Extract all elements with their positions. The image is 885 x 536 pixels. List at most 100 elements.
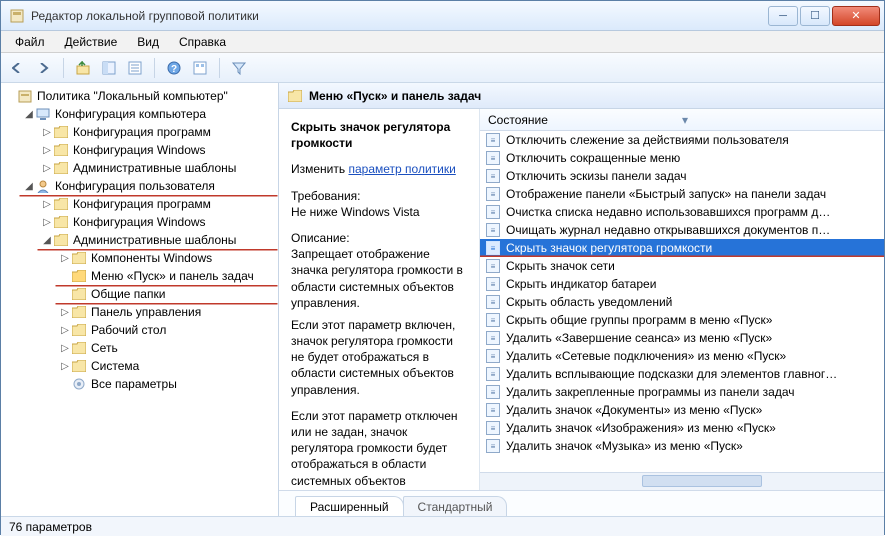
detail-title: Скрыть значок регулятора громкости <box>291 119 469 151</box>
menu-file[interactable]: Файл <box>5 32 55 52</box>
policy-item[interactable]: ≡Удалить значок «Музыка» из меню «Пуск» <box>480 437 884 455</box>
right-header-title: Меню «Пуск» и панель задач <box>309 89 481 103</box>
policy-list-column: Состояние ▾ ≡Отключить слежение за дейст… <box>479 109 884 490</box>
collapse-icon[interactable]: ◢ <box>23 181 35 192</box>
up-button[interactable] <box>72 57 94 79</box>
policy-item-label: Отображение панели «Быстрый запуск» на п… <box>506 187 826 201</box>
tree-uc-windows[interactable]: ▷Конфигурация Windows <box>37 213 278 231</box>
tree-cc-windows[interactable]: ▷ Конфигурация Windows <box>37 141 278 159</box>
tree-uc-admintpl[interactable]: ◢Административные шаблоны <box>37 231 278 249</box>
tree-at-system[interactable]: ▷Система <box>55 357 278 375</box>
list-header[interactable]: Состояние ▾ <box>480 109 884 131</box>
policy-item[interactable]: ≡Отключить слежение за действиями пользо… <box>480 131 884 149</box>
policy-item[interactable]: ≡Удалить всплывающие подсказки для элеме… <box>480 365 884 383</box>
forward-button[interactable] <box>33 57 55 79</box>
policy-item[interactable]: ≡Отключить эскизы панели задач <box>480 167 884 185</box>
policy-item[interactable]: ≡Скрыть общие группы программ в меню «Пу… <box>480 311 884 329</box>
toolbar-separator <box>154 58 155 78</box>
back-button[interactable] <box>7 57 29 79</box>
folder-icon <box>71 286 87 302</box>
tab-standard[interactable]: Стандартный <box>403 496 508 516</box>
policy-item[interactable]: ≡Удалить «Завершение сеанса» из меню «Пу… <box>480 329 884 347</box>
policy-item[interactable]: ≡Удалить «Сетевые подключения» из меню «… <box>480 347 884 365</box>
policy-item[interactable]: ≡Очищать журнал недавно открывавшихся до… <box>480 221 884 239</box>
statusbar: 76 параметров <box>1 516 884 536</box>
chevron-down-icon[interactable]: ▾ <box>682 113 876 127</box>
expand-icon[interactable]: ▷ <box>41 217 53 228</box>
policy-item[interactable]: ≡Скрыть область уведомлений <box>480 293 884 311</box>
edit-policy-link[interactable]: параметр политики <box>348 162 455 176</box>
expand-icon[interactable]: ▷ <box>59 361 71 372</box>
policy-item[interactable]: ≡Скрыть значок сети <box>480 257 884 275</box>
tree-cc-admintpl[interactable]: ▷Административные шаблоны <box>37 159 278 177</box>
expand-icon[interactable]: ▷ <box>59 325 71 336</box>
tree-label: Конфигурация пользователя <box>55 179 215 193</box>
tree-uc-programs[interactable]: ▷Конфигурация программ <box>37 195 278 213</box>
policy-item[interactable]: ≡ Скрыть значок регулятора громкости <box>480 239 884 257</box>
help-button[interactable]: ? <box>163 57 185 79</box>
expand-icon[interactable]: ▷ <box>41 199 53 210</box>
policy-item[interactable]: ≡Отображение панели «Быстрый запуск» на … <box>480 185 884 203</box>
policy-item[interactable]: ≡Удалить значок «Документы» из меню «Пус… <box>480 401 884 419</box>
tree-label: Политика "Локальный компьютер" <box>37 89 228 103</box>
scroll-thumb[interactable] <box>642 475 762 487</box>
options-button[interactable] <box>189 57 211 79</box>
policy-item-label: Скрыть значок регулятора громкости <box>506 241 712 255</box>
policy-item[interactable]: ≡Удалить значок «Изображения» из меню «П… <box>480 419 884 437</box>
policy-list[interactable]: ≡Отключить слежение за действиями пользо… <box>480 131 884 472</box>
settings-icon <box>71 376 87 392</box>
tree-label: Сеть <box>91 341 118 355</box>
tree-at-ctrlpanel[interactable]: ▷Панель управления <box>55 303 278 321</box>
expand-icon[interactable]: ▷ <box>59 343 71 354</box>
folder-icon <box>53 214 69 230</box>
tree-label: Компоненты Windows <box>91 251 212 265</box>
collapse-icon[interactable]: ◢ <box>41 235 53 246</box>
policy-item-label: Удалить значок «Музыка» из меню «Пуск» <box>506 439 743 453</box>
tree-label: Конфигурация Windows <box>73 143 206 157</box>
show-hide-tree-button[interactable] <box>98 57 120 79</box>
policy-setting-icon: ≡ <box>486 331 500 345</box>
policy-item[interactable]: ≡Очистка списка недавно использовавшихся… <box>480 203 884 221</box>
collapse-icon[interactable]: ◢ <box>23 109 35 120</box>
folder-icon <box>71 322 87 338</box>
expand-icon[interactable]: ▷ <box>41 127 53 138</box>
close-button[interactable]: ✕ <box>832 6 880 26</box>
tree-at-startmenu[interactable]: Меню «Пуск» и панель задач <box>55 267 278 285</box>
expand-icon[interactable]: ▷ <box>59 307 71 318</box>
policy-item-label: Скрыть значок сети <box>506 259 615 273</box>
policy-setting-icon: ≡ <box>486 241 500 255</box>
menu-help[interactable]: Справка <box>169 32 236 52</box>
tree-at-components[interactable]: ▷ Компоненты Windows <box>55 249 278 267</box>
minimize-button[interactable]: ─ <box>768 6 798 26</box>
menu-view[interactable]: Вид <box>127 32 169 52</box>
properties-button[interactable] <box>124 57 146 79</box>
menu-action[interactable]: Действие <box>55 32 128 52</box>
tree-at-shared[interactable]: Общие папки <box>55 285 278 303</box>
horizontal-scrollbar[interactable] <box>480 472 884 490</box>
expand-icon[interactable]: ▷ <box>41 145 53 156</box>
tree-cc-programs[interactable]: ▷Конфигурация программ <box>37 123 278 141</box>
maximize-button[interactable]: ☐ <box>800 6 830 26</box>
detail-edit-label: Изменить <box>291 162 345 176</box>
tree-user-config[interactable]: ◢ Конфигурация пользователя <box>19 177 278 195</box>
detail-requirements: Требования: Не ниже Windows Vista <box>291 188 469 220</box>
tree-at-desktop[interactable]: ▷Рабочий стол <box>55 321 278 339</box>
toolbar-separator <box>219 58 220 78</box>
tree-pane[interactable]: Политика "Локальный компьютер" ◢ Конфигу… <box>1 83 279 516</box>
menubar: Файл Действие Вид Справка <box>1 31 884 53</box>
policy-item[interactable]: ≡Удалить закрепленные программы из панел… <box>480 383 884 401</box>
expand-icon[interactable]: ▷ <box>41 163 53 174</box>
tree-at-network[interactable]: ▷ Сеть <box>55 339 278 357</box>
tab-extended[interactable]: Расширенный <box>295 496 404 516</box>
tree-computer-config[interactable]: ◢ Конфигурация компьютера <box>19 105 278 123</box>
policy-item-label: Удалить значок «Изображения» из меню «Пу… <box>506 421 776 435</box>
policy-item[interactable]: ≡Скрыть индикатор батареи <box>480 275 884 293</box>
policy-item-label: Скрыть область уведомлений <box>506 295 672 309</box>
policy-item[interactable]: ≡Отключить сокращенные меню <box>480 149 884 167</box>
filter-button[interactable] <box>228 57 250 79</box>
detail-edit-line: Изменить параметр политики <box>291 161 469 177</box>
detail-desc-p2: Если этот параметр включен, значок регул… <box>291 318 455 397</box>
tree-root[interactable]: Политика "Локальный компьютер" <box>1 87 278 105</box>
tree-at-allparams[interactable]: Все параметры <box>55 375 278 393</box>
expand-icon[interactable]: ▷ <box>59 253 71 264</box>
